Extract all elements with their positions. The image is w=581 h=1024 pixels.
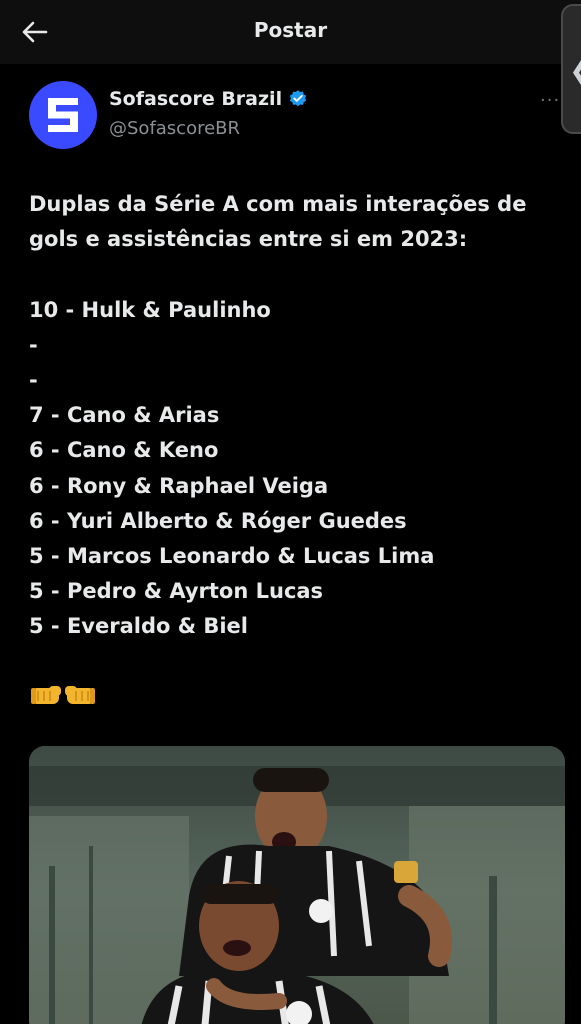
page-title: Postar [253, 18, 328, 42]
more-options-button[interactable]: ··· [540, 90, 570, 111]
chevron-left-icon: ❮ [569, 54, 581, 87]
post-screen: Postar ❮ Sofascore Brazil @SofascoreBR ·… [0, 0, 581, 1024]
ranking-line: - [29, 332, 38, 357]
author-name-label: Sofascore Brazil [109, 88, 283, 110]
more-options-icon: ··· [540, 90, 561, 111]
fist-bump-emoji [29, 682, 97, 708]
ranking-line: 5 - Marcos Leonardo & Lucas Lima [29, 544, 435, 569]
line-spacer [29, 257, 559, 292]
ranking-line: 10 - Hulk & Paulinho [29, 297, 271, 322]
sofascore-logo-icon [48, 98, 78, 132]
author-name[interactable]: Sofascore Brazil [109, 88, 308, 110]
ranking-line: 6 - Yuri Alberto & Róger Guedes [29, 508, 407, 533]
ranking-line: 7 - Cano & Arias [29, 403, 220, 428]
author-handle[interactable]: @SofascoreBR [109, 118, 240, 139]
players-celebration-photo [29, 746, 565, 1024]
ranking-line: 6 - Rony & Raphael Veiga [29, 473, 329, 498]
post-image[interactable] [29, 746, 565, 1024]
ranking-line: 5 - Everaldo & Biel [29, 614, 248, 639]
avatar[interactable] [29, 81, 97, 149]
ranking-line: - [29, 368, 38, 392]
ranking-line: 5 - Pedro & Ayrton Lucas [29, 579, 324, 604]
verified-badge-icon [289, 90, 307, 107]
post-text: Duplas da Série A com mais interações de… [29, 187, 559, 645]
fist-bump-icon [31, 686, 95, 704]
post-intro-line: Duplas da Série A com mais interações de [29, 192, 527, 216]
side-drawer-handle[interactable]: ❮ [561, 4, 581, 134]
ranking-line: 6 - Cano & Keno [29, 438, 219, 463]
top-bar: Postar [0, 0, 581, 64]
post-intro-line: gols e assistências entre si em 2023: [29, 227, 468, 252]
